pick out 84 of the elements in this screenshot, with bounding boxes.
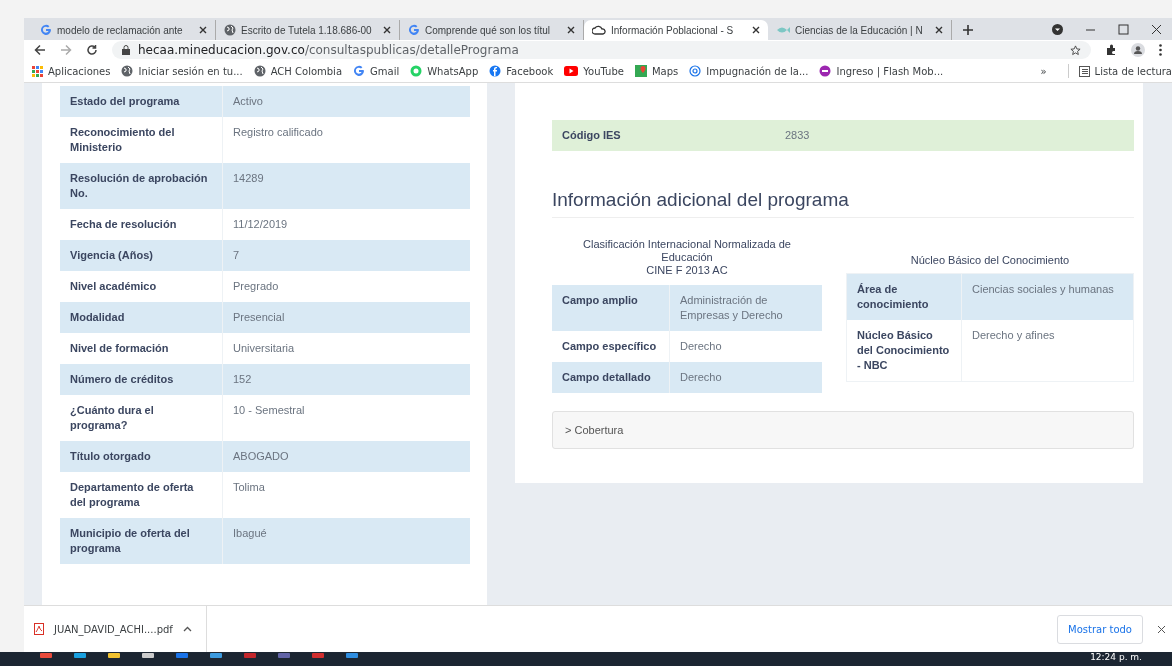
bookmark[interactable]: WhatsApp <box>410 65 479 77</box>
close-icon[interactable] <box>1157 624 1166 634</box>
chat-icon <box>410 65 423 77</box>
file-name: JUAN_DAVID_ACHI....pdf <box>54 623 173 635</box>
field-value: Presencial <box>232 310 286 325</box>
bookmark[interactable]: Gmail <box>353 65 400 77</box>
field-label: Núcleo Básico del Conocimiento - NBC <box>847 320 962 381</box>
bookmark[interactable]: Facebook <box>489 65 554 77</box>
profile-icon[interactable] <box>1131 43 1145 57</box>
map-pin-icon <box>634 65 647 77</box>
field-value: 11/12/2019 <box>232 217 289 232</box>
puzzle-icon[interactable] <box>1105 44 1117 56</box>
apps-icon <box>32 65 43 77</box>
field-value: Tolima <box>232 480 266 495</box>
taskbar-app-icon[interactable] <box>40 652 52 658</box>
bookmark[interactable]: Maps <box>634 65 679 77</box>
globe-icon <box>224 24 236 36</box>
google-icon <box>353 65 366 77</box>
taskbar-app-icon[interactable] <box>210 652 222 658</box>
close-icon[interactable] <box>567 26 575 34</box>
star-icon[interactable] <box>1070 44 1081 56</box>
reload-icon[interactable] <box>86 44 98 56</box>
globe-icon <box>253 65 266 77</box>
google-icon <box>408 24 420 36</box>
circle-logo-icon <box>819 65 832 77</box>
taskbar-app-icon[interactable] <box>74 652 86 658</box>
bookmark[interactable]: Iniciar sesión en tu... <box>121 65 243 77</box>
field-value: 14289 <box>232 171 265 186</box>
field-value: 2833 <box>784 128 811 143</box>
field-value: Derecho <box>679 339 723 354</box>
field-value: 7 <box>232 248 241 263</box>
google-icon <box>40 24 52 36</box>
close-icon[interactable] <box>1151 23 1162 35</box>
play-icon <box>564 66 579 76</box>
cloud-icon <box>592 24 606 36</box>
field-value: Universitaria <box>232 341 296 356</box>
field-value: Pregrado <box>232 279 280 294</box>
address-bar[interactable]: hecaa.mineducacion.gov.co/consultaspublicas/detallePrograma <box>112 41 1091 59</box>
field-value: 10 - Semestral <box>232 403 306 418</box>
more-bookmarks[interactable]: » <box>1040 65 1047 77</box>
clock: 12:24 p. m. <box>1090 652 1142 662</box>
new-tab-icon[interactable] <box>962 24 974 36</box>
bookmark[interactable]: ACH Colombia <box>253 65 343 77</box>
field-value: ABOGADO <box>232 449 290 464</box>
table-caption: Núcleo Básico del Conocimiento <box>909 254 1071 267</box>
close-icon[interactable] <box>199 26 207 34</box>
accordion-header[interactable]: > Cobertura <box>552 411 1134 449</box>
close-icon[interactable] <box>935 26 943 34</box>
pdf-icon <box>34 623 44 635</box>
field-value: Ciencias sociales y humanas <box>971 282 1115 297</box>
taskbar-app-icon[interactable] <box>108 652 120 658</box>
lock-icon <box>122 45 130 55</box>
caret-icon[interactable] <box>182 626 192 632</box>
field-value: Derecho y afines <box>971 328 1056 343</box>
section-heading: Información adicional del programa <box>552 189 1134 218</box>
facebook-icon <box>489 65 502 77</box>
bookmark[interactable]: Ingreso | Flash Mob... <box>819 65 944 77</box>
back-icon[interactable] <box>34 44 46 56</box>
list-icon <box>1078 65 1090 77</box>
field-value: 152 <box>232 372 253 387</box>
dropdown-icon[interactable] <box>1052 23 1063 35</box>
table-caption: Clasificación Internacional Normalizada de Educación CINE F 2013 AC <box>582 238 792 277</box>
field-value: Administración de Empresas y Derecho <box>679 293 784 323</box>
fish-icon <box>776 25 790 35</box>
field-label: Código IES <box>561 128 622 143</box>
field-value: Registro calificado <box>232 125 324 140</box>
field-label: Municipio de oferta del programa <box>60 518 223 564</box>
close-icon[interactable] <box>383 26 391 34</box>
field-value: Ibagué <box>232 526 268 541</box>
globe-icon <box>121 65 134 77</box>
reading-list[interactable]: Lista de lectura <box>1078 65 1172 77</box>
bookmark[interactable]: Impugnación de la... <box>689 65 809 77</box>
show-all-button[interactable]: Mostrar todo <box>1057 614 1143 644</box>
browser-tab[interactable]: Información Poblacional - S <box>584 20 768 40</box>
field-value: Activo <box>232 94 264 109</box>
taskbar-app-icon[interactable] <box>142 652 154 658</box>
bookmark[interactable]: YouTube <box>564 65 624 77</box>
maximize-icon[interactable] <box>1118 23 1129 35</box>
field-label: Campo detallado <box>552 362 670 393</box>
bookmark[interactable]: Aplicaciones <box>32 65 111 77</box>
close-icon[interactable] <box>752 26 760 34</box>
menu-icon[interactable] <box>1159 44 1162 56</box>
taskbar-app-icon[interactable] <box>346 652 358 658</box>
field-value: Derecho <box>679 370 723 385</box>
